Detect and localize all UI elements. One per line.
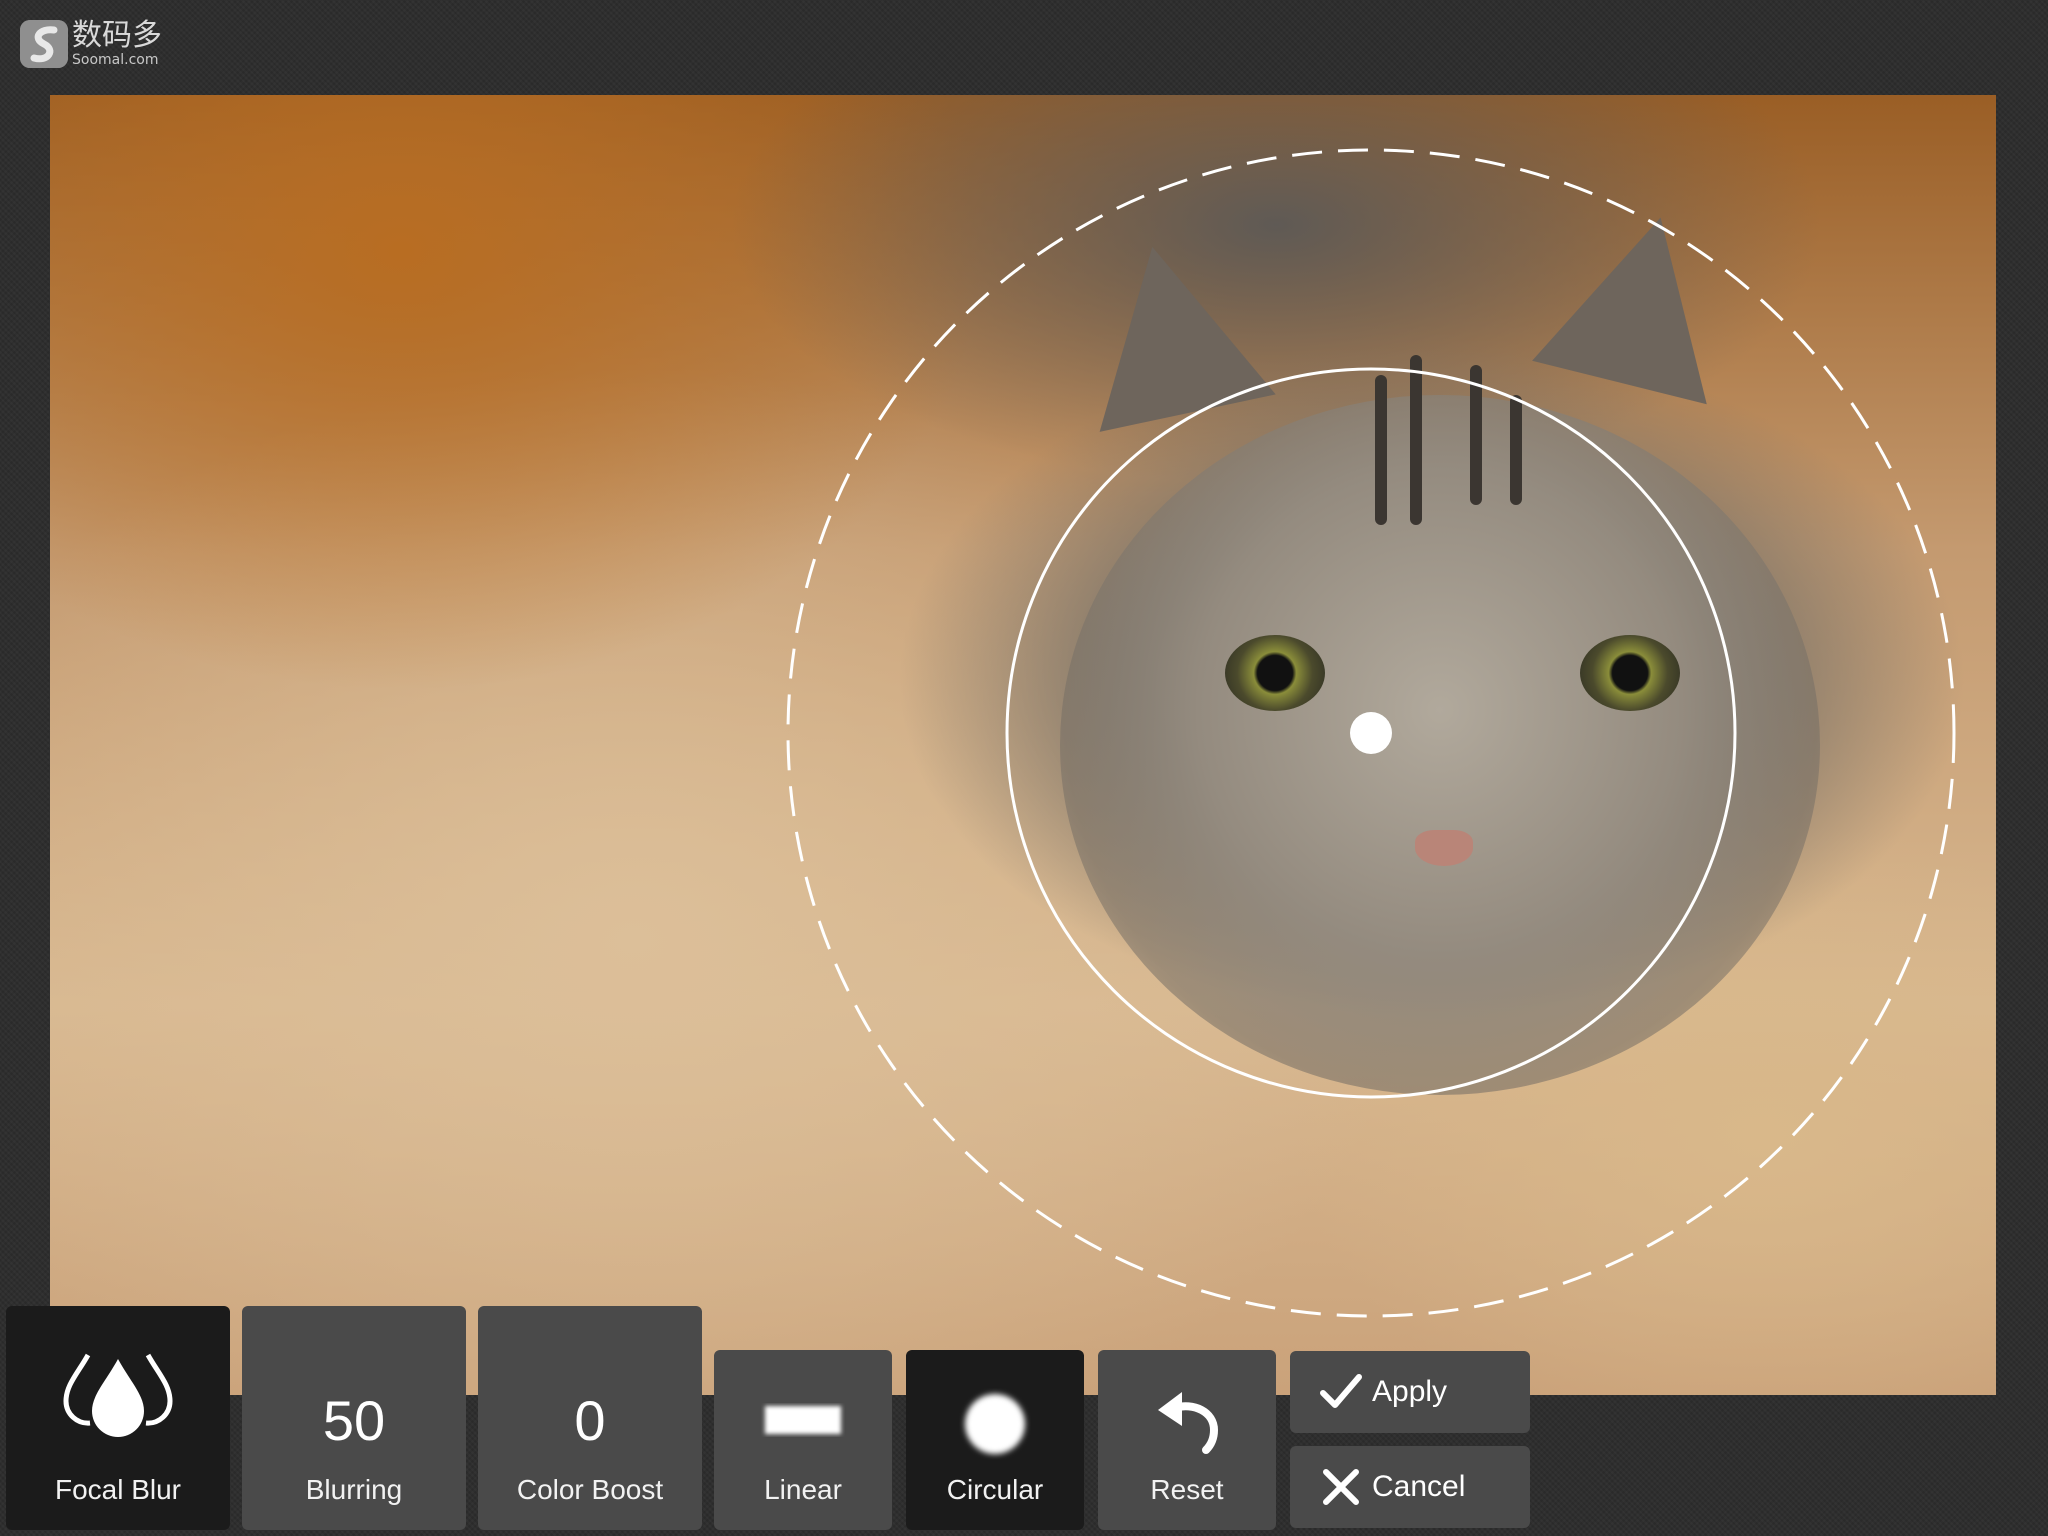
- color-boost-value: 0: [574, 1389, 606, 1452]
- cat-face: [1060, 395, 1820, 1095]
- apply-button[interactable]: Apply: [1290, 1351, 1530, 1433]
- circular-shape-icon: [965, 1394, 1025, 1454]
- focal-blur-button[interactable]: Focal Blur: [6, 1306, 230, 1530]
- undo-arrow-icon: [1158, 1392, 1219, 1454]
- linear-button[interactable]: Linear: [714, 1350, 892, 1530]
- linear-label: Linear: [764, 1474, 842, 1505]
- linear-rectangle-icon: [765, 1406, 841, 1434]
- blurring-label: Blurring: [305, 1474, 403, 1505]
- blurring-control[interactable]: 50 Blurring: [242, 1306, 466, 1530]
- cat-eye-right: [1580, 635, 1680, 711]
- watermark-subtitle: Soomal.com: [72, 52, 159, 68]
- focal-blur-label: Focal Blur: [54, 1474, 182, 1505]
- reset-label: Reset: [1150, 1474, 1224, 1505]
- watermark-logo: 数码多 Soomal.com: [20, 18, 162, 70]
- color-boost-label: Color Boost: [516, 1474, 664, 1505]
- cat-eye-left: [1225, 635, 1325, 711]
- cat-stripe: [1510, 395, 1522, 505]
- close-icon: [1323, 1469, 1359, 1505]
- soomal-logo-icon: [20, 20, 68, 68]
- apply-label: Apply: [1372, 1375, 1448, 1408]
- cat-stripe: [1470, 365, 1482, 505]
- color-boost-control[interactable]: 0 Color Boost: [478, 1306, 702, 1530]
- watermark-title: 数码多: [72, 18, 162, 53]
- cancel-label: Cancel: [1372, 1470, 1466, 1503]
- cat-ear-right: [1532, 195, 1748, 405]
- checkmark-icon: [1320, 1374, 1362, 1408]
- reset-button[interactable]: Reset: [1098, 1350, 1276, 1530]
- blurring-value: 50: [322, 1389, 386, 1452]
- cat-stripe: [1410, 355, 1422, 525]
- drops-icon: [63, 1353, 173, 1437]
- circular-button[interactable]: Circular: [906, 1350, 1084, 1530]
- photo-canvas[interactable]: [50, 95, 1996, 1395]
- circular-label: Circular: [946, 1474, 1044, 1505]
- cancel-button[interactable]: Cancel: [1290, 1446, 1530, 1528]
- cat-stripe: [1375, 375, 1387, 525]
- cat-ear-left: [1064, 228, 1276, 432]
- cat-nose: [1415, 830, 1473, 866]
- bottom-toolbar: Focal Blur 50 Blurring 0 Color Boost Lin…: [0, 1300, 1540, 1536]
